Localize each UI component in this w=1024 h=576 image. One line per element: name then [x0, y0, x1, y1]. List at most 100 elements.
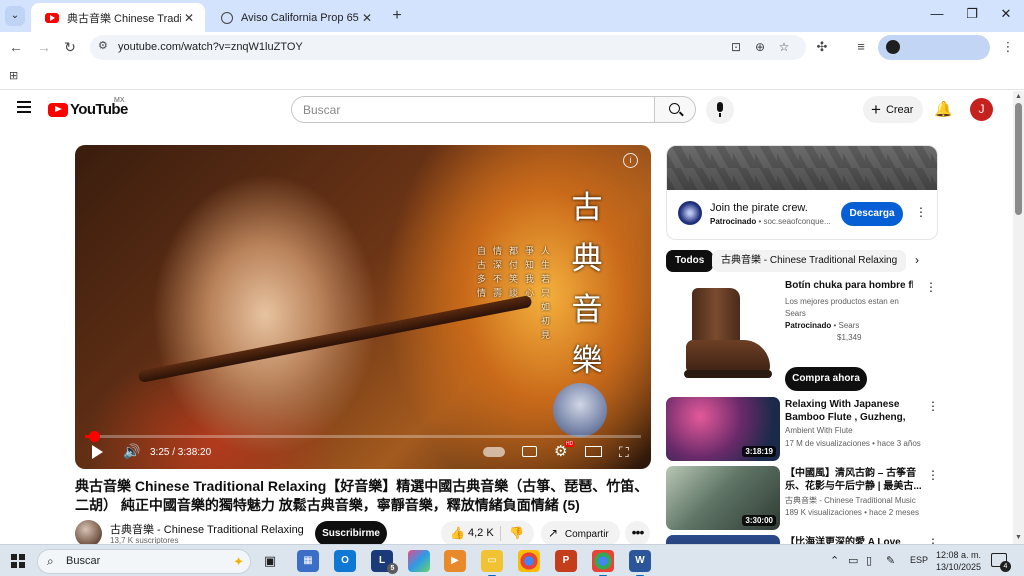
video-thumbnail[interactable]: 3:18:19	[666, 397, 780, 461]
tray-overflow-chevron-icon[interactable]: ⌃	[830, 554, 839, 567]
info-icon[interactable]: i	[623, 153, 638, 168]
page-scrollbar[interactable]: ▲ ▼	[1013, 91, 1024, 544]
outlook-icon[interactable]: O	[334, 550, 356, 572]
forward-arrow-icon[interactable]: →	[34, 37, 54, 57]
copilot-icon[interactable]	[408, 550, 430, 572]
video-menu-icon[interactable]: ⋮	[927, 399, 939, 413]
media-app-icon[interactable]: ▶	[444, 550, 466, 572]
chip-channel[interactable]: 古典音樂 - Chinese Traditional Relaxing	[712, 250, 907, 272]
windows-start-icon[interactable]	[11, 554, 25, 568]
install-app-icon[interactable]: ⊡	[728, 40, 744, 54]
task-view-icon[interactable]: ▣	[259, 550, 281, 572]
tab-prop65[interactable]: Aviso California Prop 65 ✕	[207, 3, 383, 32]
back-arrow-icon[interactable]: ←	[6, 37, 26, 57]
channel-name[interactable]: 古典音樂 - Chinese Traditional Music	[785, 495, 916, 506]
app-badge: 5	[387, 563, 398, 574]
tab-close-icon[interactable]: ✕	[181, 11, 197, 25]
recommended-video[interactable]: 3:18:19 Relaxing With Japanese Bamboo Fl…	[666, 397, 939, 463]
ad-banner-image[interactable]	[667, 146, 937, 190]
recommended-video[interactable]: 【比海洋更深的愛 A Love ⋮	[666, 535, 938, 544]
subtitles-icon[interactable]	[522, 446, 537, 457]
launcher-l-icon[interactable]: L5	[371, 550, 398, 574]
ad-download-button[interactable]: Descarga	[841, 202, 903, 226]
poem-column: 人生若只如初見	[541, 247, 551, 341]
create-button[interactable]: + Crear	[863, 96, 923, 123]
search-input[interactable]: Buscar	[291, 96, 655, 123]
taskbar-clock[interactable]: 12:08 a. m. 13/10/2025	[936, 549, 981, 573]
video-menu-icon[interactable]: ⋮	[927, 468, 939, 482]
pen-icon[interactable]: ✎	[886, 554, 895, 567]
hamburger-menu-icon[interactable]	[17, 101, 31, 113]
autoplay-toggle[interactable]	[483, 447, 505, 457]
media-controls-icon[interactable]: ≡	[852, 39, 870, 54]
chrome-menu-icon[interactable]: ⋮	[999, 39, 1017, 55]
product-menu-icon[interactable]: ⋮	[925, 280, 937, 294]
product-image[interactable]	[666, 278, 780, 390]
ad-menu-icon[interactable]: ⋮	[915, 205, 927, 219]
apps-grid-icon[interactable]: ⊞	[9, 69, 18, 82]
zoom-icon[interactable]: ⊕	[752, 40, 768, 54]
youtube-logo[interactable]: YouTube MX	[48, 97, 128, 118]
video-title[interactable]: 【比海洋更深的愛 A Love	[785, 536, 923, 544]
channel-name[interactable]: 古典音樂 - Chinese Traditional Relaxing	[110, 521, 304, 537]
chip-all[interactable]: Todos	[666, 250, 714, 272]
microsoft-store-icon[interactable]: ▦	[297, 550, 319, 572]
sponsored-ad-card[interactable]: Join the pirate crew. Patrocinado • soc.…	[666, 145, 938, 240]
word-icon[interactable]: W	[629, 550, 651, 576]
like-thumb-icon[interactable]: 👍	[450, 526, 465, 540]
fullscreen-icon[interactable]: ⛶	[619, 444, 629, 461]
chrome-profile-icon[interactable]	[592, 550, 614, 576]
account-avatar[interactable]: J	[970, 98, 993, 121]
notifications-bell-icon[interactable]: 🔔	[934, 100, 953, 118]
voice-search-mic-icon[interactable]	[706, 96, 734, 124]
dislike-thumb-icon[interactable]: 👎	[509, 526, 524, 540]
extensions-puzzle-icon[interactable]: ✣	[813, 39, 831, 55]
search-button[interactable]	[654, 96, 696, 123]
product-title[interactable]: Botín chuka para hombre flexi	[785, 280, 913, 291]
channel-avatar[interactable]	[75, 520, 102, 547]
minimize-icon[interactable]: —	[927, 6, 947, 21]
shopping-ad-card[interactable]: Botín chuka para hombre flexi Los mejore…	[666, 278, 938, 393]
taskbar-search-input[interactable]: ⌕ Buscar ✦	[37, 549, 251, 574]
scrubber-handle[interactable]	[88, 431, 100, 442]
new-tab-plus-icon[interactable]: +	[388, 7, 406, 25]
scroll-down-arrow-icon[interactable]: ▼	[1015, 534, 1022, 541]
share-button[interactable]: ↗ Compartir	[541, 521, 620, 546]
recommended-video[interactable]: 3:30:00 【中國風】清风古韵 – 古筝音乐、花影与午后宁静 | 最美古..…	[666, 466, 939, 532]
more-actions-icon[interactable]: •••	[625, 521, 650, 546]
tray-app-icon[interactable]: ▭	[848, 554, 858, 567]
restore-icon[interactable]: ❐	[962, 6, 982, 22]
chrome-icon[interactable]	[518, 550, 540, 572]
battery-icon[interactable]: ▯	[866, 554, 872, 567]
powerpoint-icon[interactable]: P	[555, 550, 577, 572]
bookmark-star-icon[interactable]: ☆	[776, 40, 792, 54]
taskbar-search-placeholder: Buscar	[66, 555, 101, 567]
tab-search-icon[interactable]: ⌄	[5, 6, 25, 26]
profile-button[interactable]	[878, 35, 990, 60]
channel-name[interactable]: Ambient With Flute	[785, 426, 853, 435]
video-player[interactable]: i 古典音樂 人生若只如初見 爭知我心 都付笑談 情深不壽 自古多情 🔊 3:2…	[75, 145, 651, 469]
scrollbar-thumb[interactable]	[1015, 103, 1022, 215]
video-thumbnail[interactable]: 3:30:00	[666, 466, 780, 530]
file-explorer-icon[interactable]: ▭	[481, 550, 503, 576]
volume-icon[interactable]: 🔊	[123, 443, 140, 460]
like-count[interactable]: 4,2 K	[468, 527, 494, 539]
subscribe-button[interactable]: Suscribirme	[315, 521, 387, 546]
reload-icon[interactable]: ↻	[60, 37, 80, 57]
scroll-up-arrow-icon[interactable]: ▲	[1015, 93, 1022, 100]
language-indicator[interactable]: ESP	[910, 555, 928, 565]
video-title[interactable]: Relaxing With Japanese Bamboo Flute , Gu…	[785, 398, 923, 424]
address-bar[interactable]: ⚙ youtube.com/watch?v=znqW1luZTOY ⊡ ⊕ ☆	[90, 35, 806, 60]
close-window-icon[interactable]: ✕	[996, 6, 1016, 22]
play-icon[interactable]	[92, 445, 103, 459]
chevron-right-icon[interactable]: ›	[915, 253, 919, 267]
theater-mode-icon[interactable]	[585, 446, 602, 457]
video-title[interactable]: 【中國風】清风古韵 – 古筝音乐、花影与午后宁静 | 最美古...	[785, 467, 923, 493]
progress-bar[interactable]	[85, 431, 641, 442]
site-info-icon[interactable]: ⚙	[98, 39, 108, 52]
video-thumbnail[interactable]	[666, 535, 780, 544]
tab-youtube[interactable]: 典古音樂 Chinese Traditional R ✕	[31, 3, 205, 32]
tab-close-icon[interactable]: ✕	[359, 11, 375, 25]
video-menu-icon[interactable]: ⋮	[927, 536, 938, 544]
buy-now-button[interactable]: Compra ahora	[785, 367, 867, 391]
